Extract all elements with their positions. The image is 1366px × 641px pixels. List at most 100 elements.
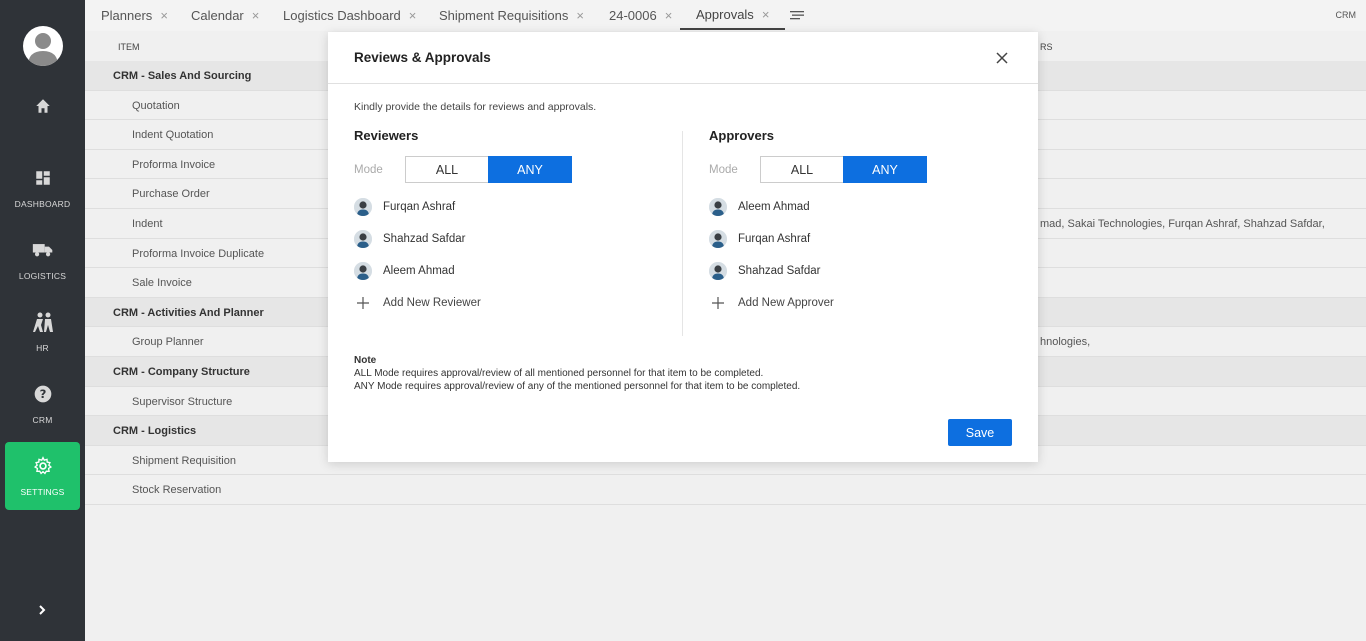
sidebar-item-label: HR xyxy=(36,343,49,353)
modal-title: Reviews & Approvals xyxy=(354,50,491,65)
person-avatar-icon xyxy=(354,230,372,248)
tab-24-0006[interactable]: 24-0006 × xyxy=(609,0,672,30)
reviewer-item[interactable]: Shahzad Safdar xyxy=(354,229,654,249)
note-title: Note xyxy=(354,355,377,366)
row-label: Proforma Invoice xyxy=(132,158,216,171)
note-line-any: ANY Mode requires approval/review of any… xyxy=(354,381,801,392)
save-button[interactable]: Save xyxy=(948,419,1012,446)
avatar xyxy=(354,198,372,216)
tab-menu-button[interactable] xyxy=(790,9,804,27)
mode-label: Mode xyxy=(709,164,738,176)
close-button[interactable] xyxy=(995,51,1009,65)
reviewers-title: Reviewers xyxy=(354,128,419,143)
person-avatar-icon xyxy=(709,230,727,248)
module-label: CRM xyxy=(1335,10,1357,20)
user-silhouette-icon xyxy=(28,33,58,66)
row-label: Sale Invoice xyxy=(132,277,192,290)
tab-planners[interactable]: Planners × xyxy=(101,0,168,30)
sidebar: DASHBOARD LOGISTICS HR ? CRM SETTINGS xyxy=(0,0,85,641)
reviewers-mode-any-button[interactable]: ANY xyxy=(488,156,572,183)
approver-item[interactable]: Furqan Ashraf xyxy=(709,229,1009,249)
table-row[interactable]: Stock Reservation xyxy=(85,475,1366,505)
tab-logistics-dashboard[interactable]: Logistics Dashboard × xyxy=(283,0,416,30)
note-line-all: ALL Mode requires approval/review of all… xyxy=(354,368,764,379)
close-icon[interactable]: × xyxy=(576,8,584,23)
menu-lines-icon xyxy=(790,11,804,20)
approver-item[interactable]: Aleem Ahmad xyxy=(709,197,1009,217)
reviewer-item[interactable]: Aleem Ahmad xyxy=(354,261,654,281)
avatar xyxy=(354,230,372,248)
dashboard-icon xyxy=(35,171,50,185)
gear-icon xyxy=(33,456,52,475)
mode-note: Note ALL Mode requires approval/review o… xyxy=(354,354,800,393)
add-approver-button[interactable]: Add New Approver xyxy=(709,293,834,313)
row-label: CRM - Company Structure xyxy=(113,365,250,378)
close-icon[interactable]: × xyxy=(409,8,417,23)
row-label: Shipment Requisition xyxy=(132,454,236,467)
close-icon xyxy=(996,52,1008,64)
modal-divider xyxy=(328,83,1038,84)
svg-text:?: ? xyxy=(39,387,46,401)
close-icon[interactable]: × xyxy=(762,7,770,22)
approver-name: Furqan Ashraf xyxy=(738,233,811,245)
tab-shipment-requisitions[interactable]: Shipment Requisitions × xyxy=(439,0,584,30)
tab-label: Approvals xyxy=(696,6,754,22)
tab-label: Planners xyxy=(101,7,153,23)
approver-name: Aleem Ahmad xyxy=(738,201,810,213)
approvers-title: Approvers xyxy=(709,128,775,143)
row-others-value: mad, Sakai Technologies, Furqan Ashraf, … xyxy=(1040,217,1325,230)
row-label: CRM - Sales And Sourcing xyxy=(113,70,252,82)
tab-label: Shipment Requisitions xyxy=(439,7,569,23)
add-approver-label: Add New Approver xyxy=(738,297,834,309)
row-others-value: hnologies, xyxy=(1040,336,1091,349)
approver-name: Shahzad Safdar xyxy=(738,265,821,277)
person-avatar-icon xyxy=(354,198,372,216)
tab-calendar[interactable]: Calendar × xyxy=(191,0,259,30)
row-label: Indent Quotation xyxy=(132,129,214,142)
sidebar-item-hr[interactable]: HR xyxy=(5,298,80,366)
user-avatar[interactable] xyxy=(23,26,63,66)
person-avatar-icon xyxy=(354,262,372,280)
row-label: Indent xyxy=(132,217,163,230)
mode-label: Mode xyxy=(354,164,383,176)
column-header-item: ITEM xyxy=(118,42,140,52)
sidebar-expand-button[interactable] xyxy=(30,598,54,622)
modal-intro: Kindly provide the details for reviews a… xyxy=(354,101,597,113)
approver-item[interactable]: Shahzad Safdar xyxy=(709,261,1009,281)
help-icon: ? xyxy=(34,385,51,403)
plus-icon xyxy=(712,297,724,309)
row-label: CRM - Logistics xyxy=(113,425,197,438)
approvers-mode: Mode ALL ANY xyxy=(709,156,1009,184)
reviewers-mode-all-button[interactable]: ALL xyxy=(405,156,489,183)
person-avatar-icon xyxy=(709,262,727,280)
home-icon xyxy=(35,99,50,113)
sidebar-item-crm[interactable]: ? CRM xyxy=(5,370,80,438)
reviewer-item[interactable]: Furqan Ashraf xyxy=(354,197,654,217)
avatar xyxy=(709,198,727,216)
tab-label: Logistics Dashboard xyxy=(283,7,401,23)
sidebar-item-label: CRM xyxy=(32,415,53,425)
column-divider xyxy=(682,131,683,336)
sidebar-item-settings[interactable]: SETTINGS xyxy=(5,442,80,510)
reviewer-name: Shahzad Safdar xyxy=(383,233,466,245)
chevron-right-icon xyxy=(39,605,46,615)
sidebar-item-label: LOGISTICS xyxy=(18,271,67,281)
reviews-approvals-modal: Reviews & Approvals Kindly provide the d… xyxy=(328,32,1038,462)
approvers-mode-all-button[interactable]: ALL xyxy=(760,156,844,183)
reviewers-mode: Mode ALL ANY xyxy=(354,156,654,184)
plus-icon xyxy=(357,297,369,309)
tab-approvals[interactable]: Approvals × xyxy=(680,0,786,30)
tab-label: Calendar xyxy=(191,7,244,23)
sidebar-item-dashboard[interactable]: DASHBOARD xyxy=(5,154,80,222)
close-icon[interactable]: × xyxy=(252,8,260,23)
sidebar-item-home[interactable] xyxy=(5,82,80,150)
row-label: Supervisor Structure xyxy=(132,395,233,408)
sidebar-item-label: SETTINGS xyxy=(20,487,65,497)
reviewer-name: Aleem Ahmad xyxy=(383,265,455,277)
tab-bar: Planners × Calendar × Logistics Dashboard ×… xyxy=(85,0,1366,31)
close-icon[interactable]: × xyxy=(160,8,168,23)
add-reviewer-button[interactable]: Add New Reviewer xyxy=(354,293,481,313)
sidebar-item-logistics[interactable]: LOGISTICS xyxy=(5,226,80,294)
approvers-mode-any-button[interactable]: ANY xyxy=(843,156,927,183)
close-icon[interactable]: × xyxy=(665,8,673,23)
